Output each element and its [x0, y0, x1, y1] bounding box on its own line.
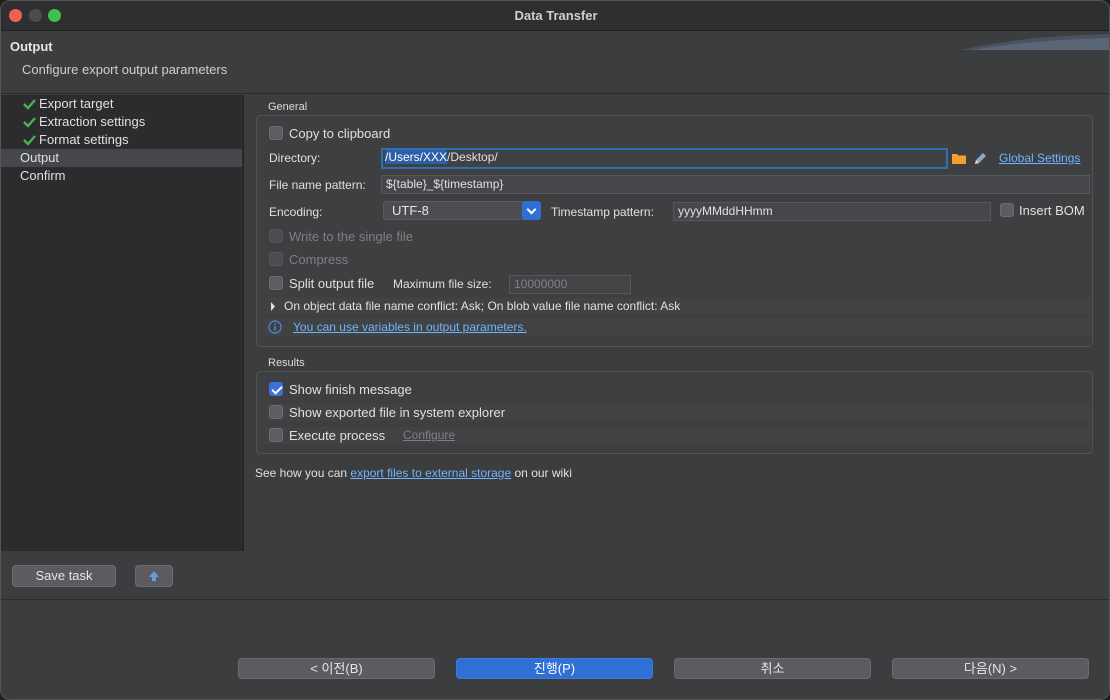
chevron-right-icon[interactable] [270, 302, 276, 311]
check-icon [23, 99, 36, 110]
compress-label: Compress [289, 252, 349, 267]
cancel-button[interactable]: 취소 [674, 658, 871, 679]
insert-bom-label: Insert BOM [1019, 203, 1085, 218]
wizard-steps-sidebar: Export target Extraction settings Format… [1, 95, 244, 551]
show-finish-message-checkbox[interactable] [269, 382, 283, 396]
execute-process-row [265, 427, 1091, 444]
step-extraction-settings[interactable]: Extraction settings [1, 113, 242, 131]
header-decoration [961, 34, 1109, 50]
output-settings-panel: General Copy to clipboard Directory: /Us… [248, 95, 1109, 599]
step-label: Confirm [20, 168, 66, 183]
insert-bom-checkbox[interactable] [1000, 203, 1014, 217]
wizard-footer: < 이전(B) 진행(P) 취소 다음(N) > [1, 599, 1109, 699]
encoding-label: Encoding: [269, 205, 323, 219]
upload-icon [149, 571, 159, 581]
wiki-hint: See how you can export files to external… [255, 466, 572, 480]
directory-input[interactable]: /Users/XXX/Desktop/ [381, 148, 948, 169]
step-format-settings[interactable]: Format settings [1, 131, 242, 149]
configure-link[interactable]: Configure [403, 428, 455, 442]
file-name-pattern-input[interactable]: ${table}_${timestamp} [381, 175, 1090, 194]
upload-task-button[interactable] [135, 565, 173, 587]
step-output[interactable]: Output [1, 149, 242, 167]
pencil-icon[interactable] [973, 151, 988, 166]
show-exported-file-checkbox[interactable] [269, 405, 283, 419]
copy-to-clipboard-label: Copy to clipboard [289, 126, 391, 141]
chevron-down-icon [522, 201, 541, 220]
write-single-file-checkbox[interactable] [269, 229, 283, 243]
variables-link[interactable]: You can use variables in output paramete… [293, 320, 527, 334]
show-exported-file-label: Show exported file in system explorer [289, 405, 506, 420]
timestamp-pattern-input[interactable]: yyyyMMddHHmm [673, 202, 991, 221]
encoding-select[interactable]: UTF-8 [383, 201, 541, 220]
conflict-settings-text: On object data file name conflict: Ask; … [284, 299, 681, 313]
file-name-pattern-label: File name pattern: [269, 178, 366, 192]
window-title: Data Transfer [514, 8, 598, 23]
step-label: Format settings [39, 132, 129, 147]
execute-process-checkbox[interactable] [269, 428, 283, 442]
execute-process-label: Execute process [289, 428, 386, 443]
export-wiki-link[interactable]: export files to external storage [350, 466, 511, 480]
title-bar: Data Transfer [1, 1, 1109, 31]
check-icon [23, 117, 36, 128]
page-header: Output Configure export output parameter… [1, 32, 1109, 94]
check-icon [23, 135, 36, 146]
timestamp-pattern-label: Timestamp pattern: [551, 205, 654, 219]
copy-to-clipboard-checkbox[interactable] [269, 126, 283, 140]
folder-icon[interactable] [951, 152, 967, 165]
show-finish-message-label: Show finish message [289, 382, 412, 397]
split-output-label: Split output file [289, 276, 375, 291]
step-export-target[interactable]: Export target [1, 95, 242, 113]
page-title: Output [10, 39, 53, 54]
directory-selected-text: /Users/XXX [385, 150, 448, 164]
save-task-button[interactable]: Save task [12, 565, 116, 587]
write-single-file-label: Write to the single file [289, 229, 414, 244]
results-group-title: Results [268, 357, 305, 369]
data-transfer-window: Data Transfer Output Configure export ou… [0, 0, 1110, 700]
next-button[interactable]: 다음(N) > [892, 658, 1089, 679]
split-output-checkbox[interactable] [269, 276, 283, 290]
proceed-button[interactable]: 진행(P) [456, 658, 653, 679]
step-confirm[interactable]: Confirm [1, 167, 242, 185]
global-settings-link[interactable]: Global Settings [999, 151, 1080, 165]
step-label: Output [20, 150, 60, 165]
general-group-title: General [268, 101, 308, 113]
directory-rest-text: /Desktop/ [447, 150, 498, 164]
page-subtitle: Configure export output parameters [22, 62, 228, 77]
step-label: Extraction settings [39, 114, 146, 129]
encoding-value: UTF-8 [392, 203, 429, 218]
compress-checkbox[interactable] [269, 252, 283, 266]
info-icon [268, 320, 282, 334]
max-file-size-input[interactable]: 10000000 [509, 275, 631, 294]
max-file-size-label: Maximum file size: [393, 277, 492, 291]
directory-label: Directory: [269, 151, 321, 165]
back-button[interactable]: < 이전(B) [238, 658, 435, 679]
step-label: Export target [39, 96, 114, 111]
